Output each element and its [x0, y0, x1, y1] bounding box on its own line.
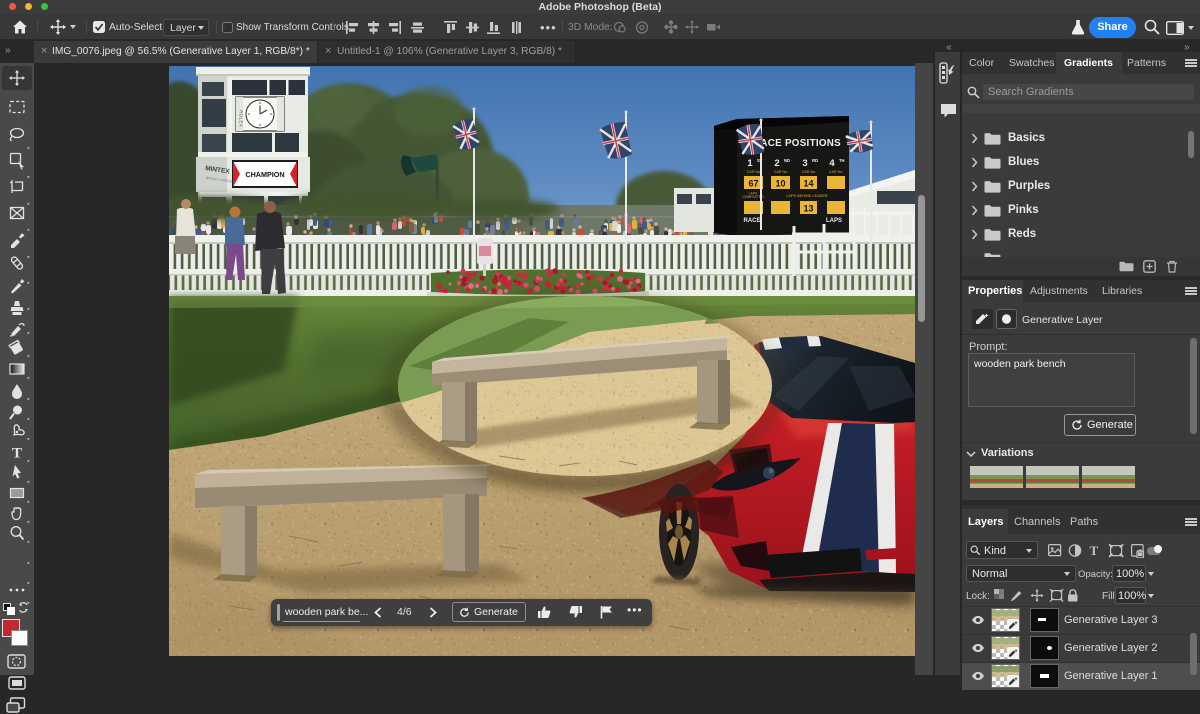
svg-text:14: 14	[803, 179, 813, 189]
svg-text:RD: RD	[812, 158, 818, 163]
svg-text:CAR No.: CAR No.	[774, 170, 788, 174]
svg-text:RACE: RACE	[743, 218, 760, 224]
svg-text:CHAMPION: CHAMPION	[245, 170, 284, 179]
svg-text:4: 4	[829, 158, 835, 169]
svg-text:CAR No.: CAR No.	[802, 170, 816, 174]
svg-text:RACE POSITIONS: RACE POSITIONS	[753, 138, 841, 149]
svg-text:CAR No.: CAR No.	[747, 170, 761, 174]
svg-text:1: 1	[747, 158, 753, 169]
svg-text:TH: TH	[839, 158, 845, 163]
svg-text:13: 13	[803, 204, 813, 214]
svg-text:2: 2	[774, 158, 779, 169]
svg-text:CAR No.: CAR No.	[829, 170, 843, 174]
svg-text:T: T	[12, 446, 22, 462]
svg-text:10: 10	[775, 179, 785, 189]
svg-text:T: T	[1090, 543, 1099, 558]
svg-text:ND: ND	[784, 158, 790, 163]
svg-text:ROLEX: ROLEX	[239, 110, 244, 127]
svg-text:LAPS BEHIND LEADER: LAPS BEHIND LEADER	[786, 194, 828, 198]
svg-text:67: 67	[748, 179, 758, 189]
svg-text:LAPS: LAPS	[826, 218, 842, 224]
svg-text:3: 3	[802, 158, 807, 169]
